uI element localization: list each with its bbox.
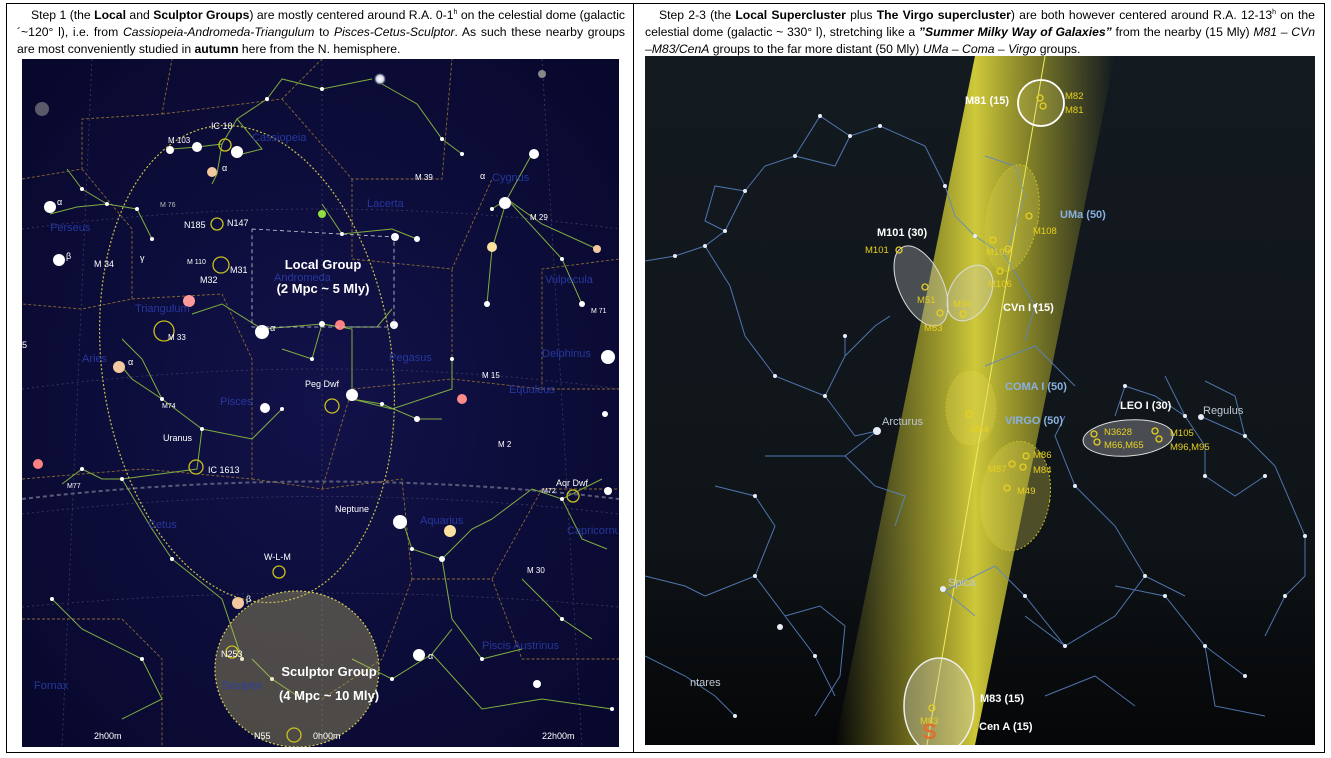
n147-label: N147 xyxy=(227,218,249,228)
m2-label: M 2 xyxy=(498,440,512,449)
spica-label: Spica xyxy=(948,577,976,589)
const-sculptor: Sculptor xyxy=(222,680,263,692)
n185-label: N185 xyxy=(184,220,206,230)
arcturus-label: Arcturus xyxy=(882,416,923,428)
const-pisces: Pisces xyxy=(220,396,253,408)
beta-per-label: β xyxy=(66,251,71,261)
alpha-cas-label: α xyxy=(222,163,227,173)
neptune-label: Neptune xyxy=(335,504,369,514)
alpha-per-label: α xyxy=(57,197,62,207)
const-lacerta: Lacerta xyxy=(367,198,405,210)
gamma-and-label: γ xyxy=(140,253,145,263)
m108-label: M108 xyxy=(1033,226,1057,237)
panel-divider xyxy=(633,3,634,753)
n55-label: N55 xyxy=(254,731,271,741)
n253-label: N253 xyxy=(221,649,243,659)
m84-label: M84 xyxy=(1033,465,1051,476)
const-pegasus: Pegasus xyxy=(389,352,432,364)
const-vulpecula: Vulpecula xyxy=(545,274,594,286)
m31-label: M31 xyxy=(230,265,248,275)
const-perseus: Perseus xyxy=(50,222,91,234)
ra-2h-label: 2h00m xyxy=(94,731,122,741)
m49-label: M49 xyxy=(1017,486,1035,497)
alpha-psa-label: α xyxy=(428,651,433,661)
m76-label: M 76 xyxy=(160,202,176,209)
const-aquarius: Aquarius xyxy=(420,515,464,527)
m87-label: M87 xyxy=(988,464,1006,475)
regulus-label: Regulus xyxy=(1203,405,1244,417)
m71-label: M 71 xyxy=(591,308,607,315)
const-aries: Aries xyxy=(82,353,108,365)
ic1613-label: IC 1613 xyxy=(208,465,240,475)
right-star-map: M81 (15) M101 (30) CVn I (15) LEO I (30)… xyxy=(645,56,1315,745)
m32-label: M32 xyxy=(200,275,218,285)
const-cassiopeia: Cassiopeia xyxy=(252,132,307,144)
alpha-cyg-label: α xyxy=(480,171,485,181)
wlm-label: W-L-M xyxy=(264,552,291,562)
m63-label: M63 xyxy=(924,323,942,334)
ra-0h-label: 0h00m xyxy=(313,731,341,741)
m81-label: M81 xyxy=(1065,105,1083,116)
peg-dwf-label: Peg Dwf xyxy=(305,379,340,389)
m103-label: M 103 xyxy=(168,136,191,145)
m83-group-label: M83 (15) xyxy=(980,693,1024,705)
uranus-label: Uranus xyxy=(163,433,193,443)
m106-label: M106 xyxy=(988,279,1012,290)
leo-group-label: LEO I (30) xyxy=(1120,400,1172,412)
const-piscis-austrinus: Piscis Austrinus xyxy=(482,640,560,652)
coma-group-label: COMA I (50) xyxy=(1005,381,1067,393)
uma-group-label: UMa (50) xyxy=(1060,209,1106,221)
m30-label: M 30 xyxy=(527,566,545,575)
m74-label: M74 xyxy=(162,403,176,410)
m66m65-label: M66,M65 xyxy=(1104,440,1144,451)
aqr-dwf-label: Aqr Dwf xyxy=(556,478,589,488)
m101-group-label: M101 (30) xyxy=(877,227,927,239)
m82-label: M82 xyxy=(1065,91,1083,102)
m72-label: M72 xyxy=(542,488,556,495)
compass-south-label: S xyxy=(922,719,937,744)
sculptor-group-size: (4 Mpc ~ 10 Mly) xyxy=(279,688,379,703)
cvn-group-label: CVn I (15) xyxy=(1003,302,1054,314)
const-cetus: Cetus xyxy=(148,519,177,531)
m105-label: M105 xyxy=(1170,428,1194,439)
five-label: 5 xyxy=(22,340,27,350)
alpha-ari-label: α xyxy=(128,357,133,367)
m15-label: M 15 xyxy=(482,371,500,380)
const-delphinus: Delphinus xyxy=(542,348,591,360)
sculptor-group-title: Sculptor Group xyxy=(281,664,376,679)
m110-label: M 110 xyxy=(187,259,206,266)
n3628-label: N3628 xyxy=(1104,427,1132,438)
local-group-title: Local Group xyxy=(285,257,362,272)
m34-label: M 34 xyxy=(94,259,114,269)
m81-group-label: M81 (15) xyxy=(965,95,1009,107)
m77-label: M77 xyxy=(67,483,81,490)
left-caption: Step 1 (the Local and Sculptor Groups) a… xyxy=(17,8,625,57)
const-triangulum: Triangulum xyxy=(135,303,190,315)
m86-label: M86 xyxy=(1033,450,1051,461)
const-capricornus: Capricornus xyxy=(567,525,619,537)
m94-label: M94 xyxy=(953,299,971,310)
m109-label: M109 xyxy=(986,247,1010,258)
beta-cet-label: β xyxy=(246,594,251,604)
m101-label: M101 xyxy=(865,245,889,256)
virgo-group-label: VIRGO (50) xyxy=(1005,415,1063,427)
const-fornax: Fornax xyxy=(34,680,69,692)
m39-label: M 39 xyxy=(415,173,433,182)
antares-label: ntares xyxy=(690,677,721,689)
right-caption: Step 2-3 (the Local Supercluster plus Th… xyxy=(645,8,1316,57)
left-star-map: IC 10 M 103 M 39 M 76 N185 N147 M 34 M 1… xyxy=(22,59,619,747)
ic10-label: IC 10 xyxy=(211,121,233,131)
m33-label: M 33 xyxy=(168,333,186,342)
alpha-and-label: α xyxy=(270,323,275,333)
m64-label: M64 xyxy=(970,424,988,435)
cena-group-label: Cen A (15) xyxy=(979,721,1033,733)
const-equuleus: Equuleus xyxy=(509,384,555,396)
m29-label: M 29 xyxy=(530,213,548,222)
m51-label: M51 xyxy=(917,295,935,306)
ra-22h-label: 22h00m xyxy=(542,731,575,741)
const-cygnus: Cygnus xyxy=(492,172,530,184)
m96m95-label: M96,M95 xyxy=(1170,442,1210,453)
local-group-size: (2 Mpc ~ 5 Mly) xyxy=(277,281,370,296)
